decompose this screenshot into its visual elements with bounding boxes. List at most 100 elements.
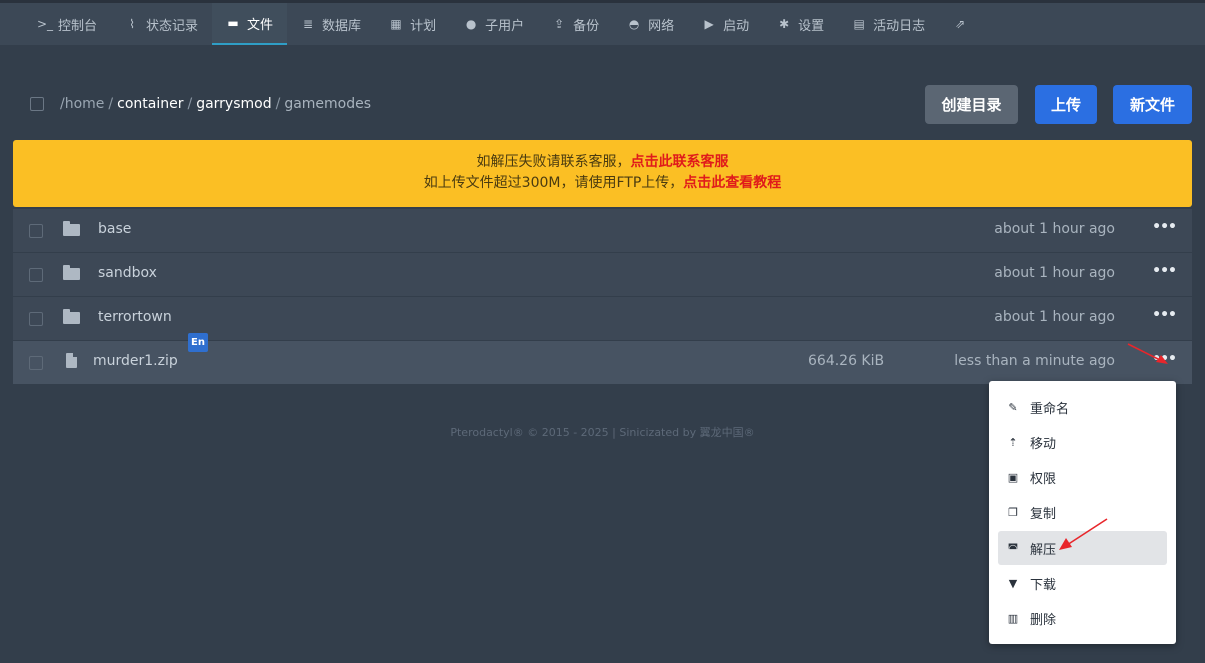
file-context-menu: ✎ 重命名 ⇡ 移动 ▣ 权限 ❐ 复制 ◚ 解压 ▼ 下载 ▥ 删除	[989, 381, 1176, 644]
nav-label: 计划	[410, 18, 437, 34]
crumb-separator: /	[187, 96, 193, 112]
nav-schedules[interactable]: ▦ 计划	[375, 3, 450, 45]
nav-subusers[interactable]: ● 子用户	[450, 3, 538, 45]
file-modified: less than a minute ago	[954, 353, 1115, 369]
nav-external[interactable]: ⇗	[939, 3, 988, 45]
more-options-icon[interactable]: •••	[1152, 307, 1177, 323]
trash-icon: ▥	[1007, 611, 1019, 625]
menu-download[interactable]: ▼ 下载	[998, 566, 1167, 600]
nav-label: 启动	[723, 18, 750, 34]
cogs-icon: ✱	[779, 17, 790, 31]
folder-icon	[63, 221, 80, 236]
users-icon: ●	[465, 17, 477, 31]
copy-icon: ❐	[1008, 505, 1018, 519]
crumb-container[interactable]: container	[117, 96, 183, 112]
crumb-garrysmod[interactable]: garrysmod	[196, 96, 271, 112]
annotation-arrow-icon	[1127, 343, 1168, 364]
chart-line-icon: ⌇	[129, 17, 135, 31]
row-checkbox[interactable]	[29, 312, 43, 326]
nav-activity[interactable]: ▤ 活动日志	[838, 3, 939, 45]
menu-permissions[interactable]: ▣ 权限	[998, 460, 1167, 494]
nav-startup[interactable]: ▶ 启动	[688, 3, 763, 45]
crumb-separator: /	[275, 96, 281, 112]
crumb-separator: /	[108, 96, 114, 112]
nav-settings[interactable]: ✱ 设置	[763, 3, 838, 45]
notice-text: 如上传文件超过300M，请使用FTP上传，	[423, 175, 684, 191]
file-row[interactable]: sandbox about 1 hour ago •••	[13, 253, 1192, 297]
top-nav-bar: >_ 控制台 ⌇ 状态记录 ▬ 文件 ≣ 数据库 ▦ 计划 ● 子用户 ⇪ 备份 ◓ 网络 ▶ 启…	[0, 0, 1205, 45]
file-name[interactable]: base	[98, 221, 131, 237]
file-download-icon: ▼	[1008, 576, 1018, 590]
file-name[interactable]: murder1.zip	[93, 353, 178, 369]
menu-label: 移动	[1030, 436, 1057, 452]
play-circle-icon: ▶	[704, 17, 714, 31]
notice-text: 如解压失败请联系客服，	[476, 154, 631, 170]
menu-label: 解压	[1030, 542, 1057, 558]
more-options-icon[interactable]: •••	[1152, 263, 1177, 279]
nav-databases[interactable]: ≣ 数据库	[287, 3, 375, 45]
upload-button[interactable]: 上传	[1035, 85, 1097, 124]
menu-label: 复制	[1030, 506, 1057, 522]
menu-label: 删除	[1030, 612, 1057, 628]
menu-label: 下载	[1030, 577, 1057, 593]
nav-stats[interactable]: ⌇ 状态记录	[111, 3, 212, 45]
nav-label: 网络	[648, 18, 675, 34]
file-lock-icon: ▣	[1007, 470, 1019, 484]
file-modified: about 1 hour ago	[994, 265, 1115, 281]
folder-icon	[63, 309, 80, 324]
ime-indicator-icon: En	[188, 333, 208, 352]
file-size: 664.26 KiB	[808, 353, 885, 369]
server-nav: >_ 控制台 ⌇ 状态记录 ▬ 文件 ≣ 数据库 ▦ 计划 ● 子用户 ⇪ 备份 ◓ 网络 ▶ 启…	[23, 3, 988, 45]
menu-label: 权限	[1030, 471, 1057, 487]
more-options-icon[interactable]: •••	[1152, 219, 1177, 235]
notice-line-2: 如上传文件超过300M，请使用FTP上传，点击此查看教程	[13, 173, 1192, 194]
ftp-tutorial-link[interactable]: 点击此查看教程	[683, 175, 781, 191]
file-name[interactable]: terrortown	[98, 309, 172, 325]
contact-support-link[interactable]: 点击此联系客服	[631, 154, 729, 170]
breadcrumb: /home / container / garrysmod / gamemodes	[60, 96, 371, 112]
file-name[interactable]: sandbox	[98, 265, 157, 281]
folder-open-icon: ▬	[227, 16, 239, 30]
nav-label: 控制台	[58, 18, 98, 34]
file-archive-icon	[66, 353, 77, 368]
crumb-current: gamemodes	[284, 96, 372, 112]
file-row[interactable]: base about 1 hour ago •••	[13, 209, 1192, 253]
file-modified: about 1 hour ago	[994, 221, 1115, 237]
level-up-icon: ⇡	[1008, 435, 1018, 449]
nav-files[interactable]: ▬ 文件	[212, 3, 288, 45]
new-file-button[interactable]: 新文件	[1113, 85, 1192, 124]
network-icon: ◓	[628, 17, 640, 31]
menu-rename[interactable]: ✎ 重命名	[998, 390, 1167, 424]
calendar-icon: ▦	[390, 17, 402, 31]
create-directory-button[interactable]: 创建目录	[925, 85, 1018, 124]
upload-icon: ⇪	[554, 17, 565, 31]
menu-move[interactable]: ⇡ 移动	[998, 425, 1167, 459]
nav-network[interactable]: ◓ 网络	[613, 3, 688, 45]
database-icon: ≣	[303, 17, 314, 31]
file-list: base about 1 hour ago ••• sandbox about …	[13, 209, 1192, 385]
nav-backups[interactable]: ⇪ 备份	[538, 3, 613, 45]
menu-label: 重命名	[1030, 401, 1070, 417]
terminal-icon: >_	[37, 17, 54, 31]
nav-label: 备份	[573, 18, 600, 34]
folder-icon	[63, 265, 80, 280]
nav-label: 子用户	[485, 18, 525, 34]
annotation-arrow-icon	[1059, 518, 1108, 550]
notice-line-1: 如解压失败请联系客服，点击此联系客服	[13, 152, 1192, 173]
nav-console[interactable]: >_ 控制台	[23, 3, 111, 45]
row-checkbox[interactable]	[29, 224, 43, 238]
row-checkbox[interactable]	[29, 356, 43, 370]
row-checkbox[interactable]	[29, 268, 43, 282]
select-all-checkbox[interactable]	[30, 97, 44, 111]
box-open-icon: ◚	[1007, 541, 1019, 555]
pencil-icon: ✎	[1008, 400, 1018, 414]
nav-label: 文件	[247, 17, 274, 33]
crumb-root[interactable]: /home	[60, 96, 104, 112]
nav-label: 状态记录	[146, 18, 199, 34]
log-icon: ▤	[853, 17, 865, 31]
nav-label: 活动日志	[873, 18, 926, 34]
external-link-icon: ⇗	[955, 17, 966, 31]
notice-banner: 如解压失败请联系客服，点击此联系客服 如上传文件超过300M，请使用FTP上传，…	[13, 140, 1192, 207]
file-modified: about 1 hour ago	[994, 309, 1115, 325]
menu-delete[interactable]: ▥ 删除	[998, 601, 1167, 635]
